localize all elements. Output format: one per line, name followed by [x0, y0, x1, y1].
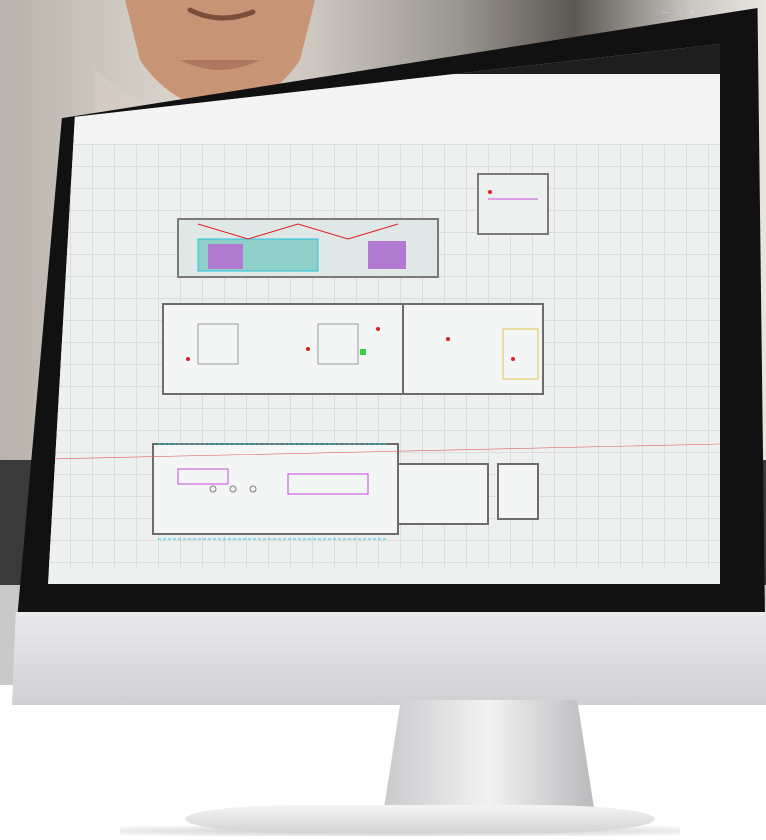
screen: ⌕ ⚙ ▤ ▦ — [48, 44, 720, 584]
detail-view — [477, 173, 549, 235]
section-elevation — [177, 218, 439, 278]
monitor-foot — [185, 805, 655, 833]
monitor-chin — [12, 612, 766, 705]
ceiling-plan — [162, 303, 544, 395]
floor-plan-drawing — [48, 173, 720, 540]
monitor-stand — [384, 700, 594, 808]
window-controls[interactable]: — □ ✕ — [662, 8, 698, 16]
drawing-canvas[interactable] — [48, 144, 720, 569]
floor-plan — [48, 443, 720, 540]
